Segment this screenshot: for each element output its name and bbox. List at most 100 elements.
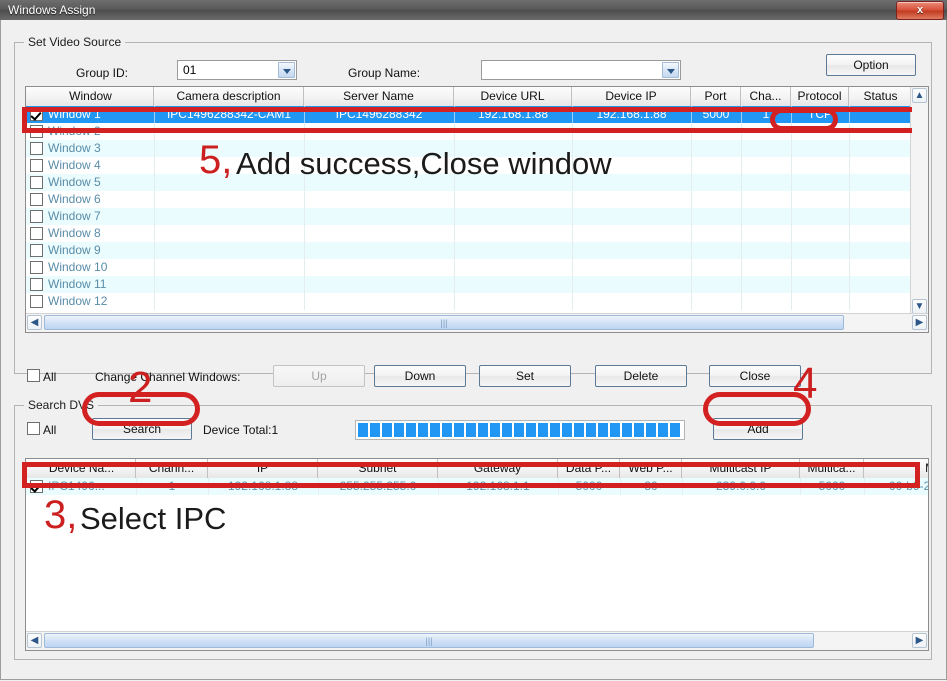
table-cell: Window 12 <box>48 294 108 308</box>
windows-column-header[interactable]: Camera description <box>154 87 304 106</box>
dvs-column-header[interactable]: Data P... <box>558 459 620 478</box>
windows-column-header[interactable]: Protocol <box>791 87 849 106</box>
scroll-left-icon[interactable]: ◀ <box>27 315 42 330</box>
row-checkbox[interactable] <box>30 227 43 240</box>
table-cell <box>791 242 849 259</box>
chevron-down-icon[interactable] <box>662 62 679 78</box>
dvs-column-header[interactable]: Device Na... <box>28 459 136 478</box>
up-button[interactable]: Up <box>273 365 365 387</box>
delete-button[interactable]: Delete <box>595 365 687 387</box>
group-name-combo[interactable] <box>481 60 681 80</box>
dvs-column-header[interactable]: Chann... <box>136 459 208 478</box>
dvs-column-header[interactable]: Multica... <box>800 459 864 478</box>
table-cell <box>853 123 913 140</box>
progress-segment <box>382 423 392 437</box>
windows-assign-dialog: Windows Assign x Set Video Source Group … <box>0 0 947 681</box>
table-cell: Window 11 <box>48 277 107 291</box>
table-row[interactable]: Window 1 IPC1496288342-CAM1 IPC1496288342 1… <box>26 106 913 123</box>
table-row[interactable]: Window 2 <box>26 123 913 140</box>
table-cell: Window 8 <box>48 226 101 240</box>
scroll-right-icon[interactable]: ▶ <box>912 633 927 648</box>
dvs-column-header[interactable]: MAC <box>864 459 928 478</box>
table-row[interactable]: Window 10 <box>26 259 913 276</box>
table-row[interactable]: Window 8 <box>26 225 913 242</box>
table-cell <box>454 208 572 225</box>
dvs-column-header[interactable]: IP <box>208 459 318 478</box>
table-row[interactable]: Window 9 <box>26 242 913 259</box>
table-cell <box>304 276 454 293</box>
windows-column-header[interactable]: Port <box>691 87 741 106</box>
progress-segment <box>634 423 644 437</box>
group-id-combo[interactable]: 01 <box>177 60 297 80</box>
table-cell: Window 1 <box>48 107 101 121</box>
windows-column-header[interactable]: Window <box>28 87 154 106</box>
scroll-left-icon[interactable]: ◀ <box>27 633 42 648</box>
table-cell <box>741 174 791 191</box>
row-checkbox[interactable] <box>30 193 43 206</box>
table-row[interactable]: Window 12 <box>26 293 913 310</box>
dvs-column-header[interactable]: Subnet <box>318 459 438 478</box>
table-cell <box>454 123 572 140</box>
table-row[interactable]: Window 6 <box>26 191 913 208</box>
table-cell <box>572 225 691 242</box>
row-checkbox[interactable] <box>30 295 43 308</box>
hscroll-thumb[interactable]: ||| <box>44 315 844 330</box>
progress-segment <box>670 423 680 437</box>
chevron-down-icon[interactable] <box>278 62 295 78</box>
table-cell <box>791 157 849 174</box>
row-checkbox[interactable] <box>30 108 43 121</box>
windows-list-vscrollbar[interactable]: ▲ ▼ <box>910 87 928 315</box>
windows-column-header[interactable]: Status <box>849 87 913 106</box>
scroll-up-icon[interactable]: ▲ <box>912 88 927 103</box>
progress-segment <box>406 423 416 437</box>
table-row[interactable]: IPC1496... 1 192.168.1.88 255.255.255.0 192.… <box>26 478 928 495</box>
table-cell <box>741 259 791 276</box>
option-button[interactable]: Option <box>826 54 916 76</box>
select-all-devices-checkbox[interactable] <box>27 422 40 435</box>
close-button[interactable]: Close <box>709 365 801 387</box>
row-checkbox[interactable] <box>30 159 43 172</box>
windows-list[interactable]: Window Camera description Server Name Devic… <box>25 86 929 333</box>
close-window-button[interactable]: x <box>896 1 944 20</box>
table-row[interactable]: Window 11 <box>26 276 913 293</box>
select-all-windows-checkbox[interactable] <box>27 369 40 382</box>
row-checkbox[interactable] <box>30 142 43 155</box>
dvs-list[interactable]: Device Na... Chann... IP Subnet Gateway Data … <box>25 458 929 651</box>
windows-column-header[interactable]: Device IP <box>572 87 691 106</box>
windows-list-hscrollbar[interactable]: ◀ ||| ▶ <box>26 313 928 332</box>
dvs-list-hscrollbar[interactable]: ◀ ||| ▶ <box>26 631 928 650</box>
table-cell: Window 6 <box>48 192 101 206</box>
dvs-column-header[interactable]: Multicast IP <box>682 459 800 478</box>
table-cell <box>853 276 913 293</box>
windows-column-header[interactable]: Device URL <box>454 87 572 106</box>
column-divider <box>849 191 850 208</box>
table-cell <box>304 208 454 225</box>
table-cell <box>454 191 572 208</box>
windows-column-header[interactable]: Cha... <box>741 87 791 106</box>
table-cell <box>154 191 304 208</box>
hscroll-thumb[interactable]: ||| <box>44 633 814 648</box>
table-row[interactable]: Window 7 <box>26 208 913 225</box>
set-button[interactable]: Set <box>479 365 571 387</box>
dvs-column-header[interactable]: Gateway <box>438 459 558 478</box>
row-checkbox[interactable] <box>30 210 43 223</box>
down-button[interactable]: Down <box>374 365 466 387</box>
search-button[interactable]: Search <box>92 418 192 440</box>
scroll-right-icon[interactable]: ▶ <box>912 315 927 330</box>
scroll-down-icon[interactable]: ▼ <box>912 299 927 314</box>
row-checkbox[interactable] <box>30 244 43 257</box>
progress-segment <box>370 423 380 437</box>
windows-column-header[interactable]: Server Name <box>304 87 454 106</box>
progress-segment <box>526 423 536 437</box>
row-checkbox[interactable] <box>30 278 43 291</box>
progress-segment <box>550 423 560 437</box>
add-button[interactable]: Add <box>713 418 803 440</box>
table-cell <box>572 242 691 259</box>
row-checkbox[interactable] <box>30 125 43 138</box>
dvs-column-header[interactable]: Web P... <box>620 459 682 478</box>
windows-list-body[interactable]: Window 1 IPC1496288342-CAM1 IPC1496288342 1… <box>26 106 913 315</box>
column-divider <box>849 242 850 259</box>
row-checkbox[interactable] <box>30 261 43 274</box>
row-checkbox[interactable] <box>30 480 43 493</box>
row-checkbox[interactable] <box>30 176 43 189</box>
